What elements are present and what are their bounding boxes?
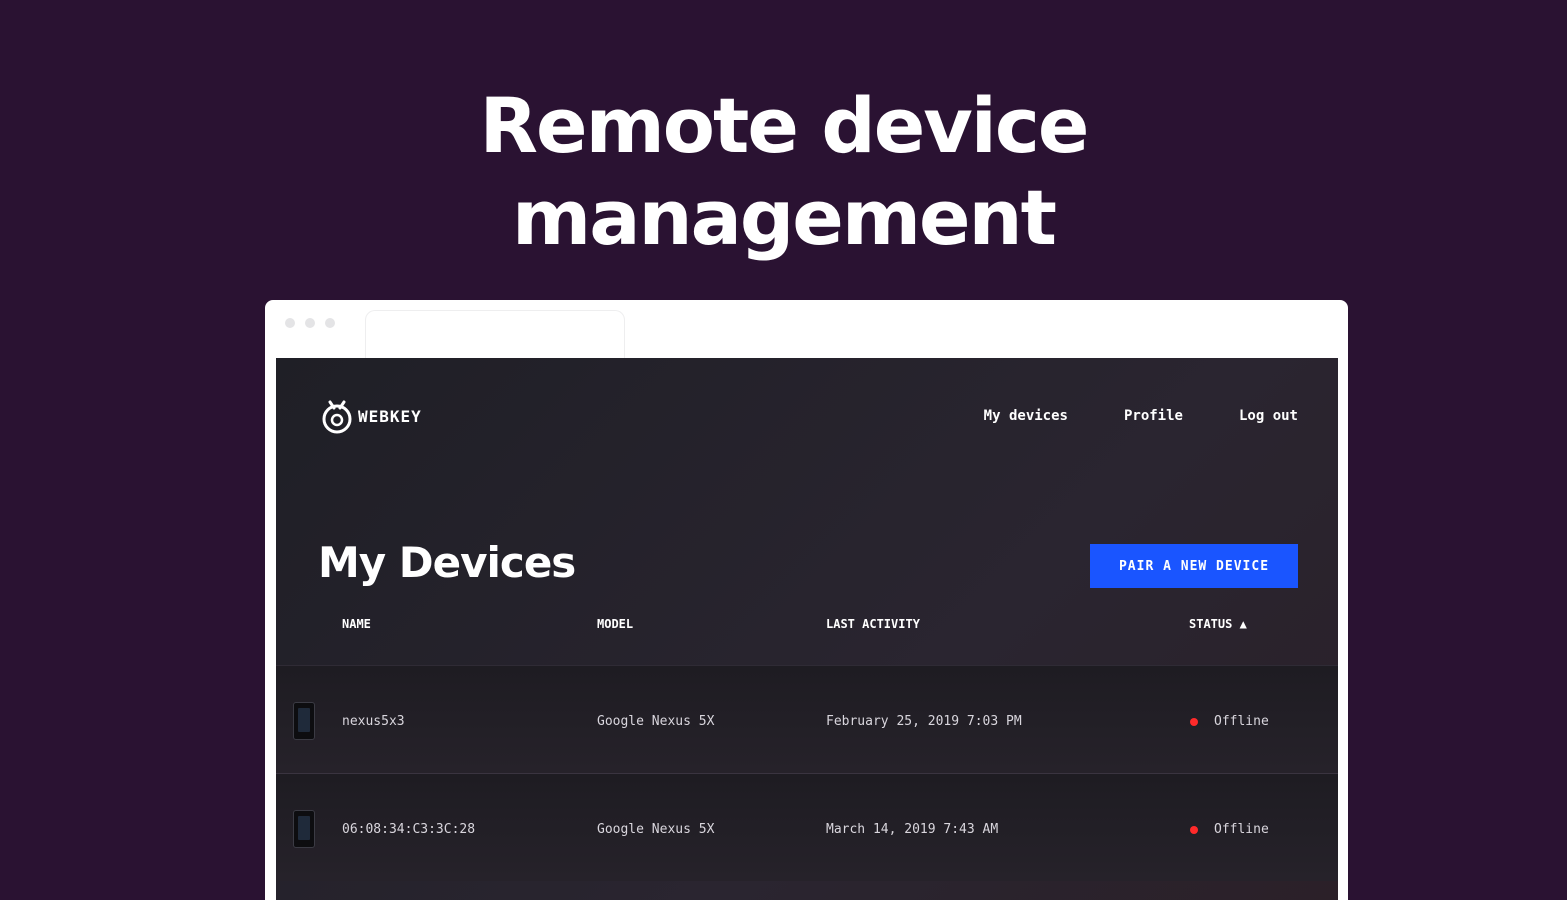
webkey-logo-icon — [320, 396, 354, 436]
window-minimize-dot[interactable] — [305, 318, 315, 328]
column-header-last-activity[interactable]: LAST ACTIVITY — [826, 617, 920, 631]
window-close-dot[interactable] — [285, 318, 295, 328]
column-header-name[interactable]: NAME — [342, 617, 371, 631]
hero-title: Remote device management — [0, 80, 1567, 264]
window-maximize-dot[interactable] — [325, 318, 335, 328]
device-model: Google Nexus 5X — [597, 714, 715, 729]
browser-window: WEBKEY My devices Profile Log out My Dev… — [265, 300, 1348, 900]
nav-log-out[interactable]: Log out — [1239, 408, 1298, 424]
nav-my-devices[interactable]: My devices — [984, 408, 1068, 424]
device-status: Offline — [1214, 822, 1269, 837]
table-row[interactable]: nexus5x3 Google Nexus 5X February 25, 20… — [276, 665, 1338, 773]
pair-new-device-button[interactable]: PAIR A NEW DEVICE — [1090, 544, 1298, 588]
browser-tab[interactable] — [365, 310, 625, 360]
devices-table-body: nexus5x3 Google Nexus 5X February 25, 20… — [276, 665, 1338, 881]
logo-text: WEBKEY — [358, 406, 422, 426]
column-header-status[interactable]: STATUS ▲ — [1189, 617, 1247, 631]
status-offline-icon — [1190, 826, 1198, 834]
device-name[interactable]: nexus5x3 — [342, 714, 405, 729]
device-status: Offline — [1214, 714, 1269, 729]
device-last-activity: March 14, 2019 7:43 AM — [826, 822, 999, 837]
top-nav: My devices Profile Log out — [984, 408, 1298, 424]
phone-icon — [293, 810, 315, 848]
nav-profile[interactable]: Profile — [1124, 408, 1183, 424]
table-row[interactable]: 06:08:34:C3:3C:28 Google Nexus 5X March … — [276, 773, 1338, 881]
device-last-activity: February 25, 2019 7:03 PM — [826, 714, 1022, 729]
table-header: NAME MODEL LAST ACTIVITY STATUS ▲ — [276, 613, 1338, 665]
phone-icon — [293, 702, 315, 740]
page-title: My Devices — [318, 538, 576, 587]
hero-title-line-2: management — [512, 173, 1057, 262]
app-viewport: WEBKEY My devices Profile Log out My Dev… — [276, 358, 1338, 900]
hero-title-line-1: Remote device — [479, 81, 1090, 170]
logo[interactable]: WEBKEY — [320, 396, 422, 436]
status-offline-icon — [1190, 718, 1198, 726]
column-header-model[interactable]: MODEL — [597, 617, 633, 631]
device-name[interactable]: 06:08:34:C3:3C:28 — [342, 822, 475, 837]
device-model: Google Nexus 5X — [597, 822, 715, 837]
window-controls — [285, 318, 335, 328]
